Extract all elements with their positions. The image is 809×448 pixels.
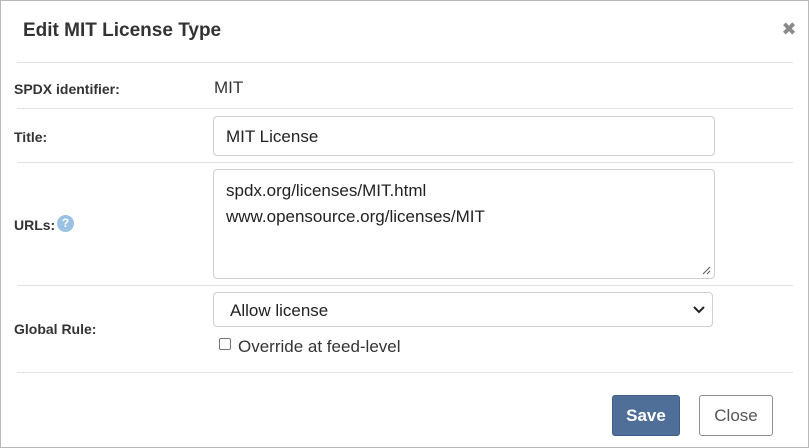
title-label: Title: <box>14 129 48 145</box>
override-checkbox-label[interactable]: Override at feed-level <box>238 337 401 357</box>
divider <box>17 372 793 373</box>
divider <box>17 162 793 163</box>
chevron-down-icon <box>693 306 705 314</box>
help-icon[interactable]: ? <box>57 215 74 232</box>
global-rule-selected: Allow license <box>230 301 329 320</box>
resize-handle-icon[interactable] <box>702 266 711 275</box>
urls-textarea[interactable]: spdx.org/licenses/MIT.html www.opensourc… <box>213 169 715 279</box>
spdx-identifier-value: MIT <box>214 78 244 97</box>
global-rule-label: Global Rule: <box>14 321 97 337</box>
global-rule-select[interactable]: Allow license <box>213 292 713 327</box>
title-input[interactable]: MIT License <box>213 116 715 156</box>
url-line: www.opensource.org/licenses/MIT <box>226 207 485 226</box>
close-icon[interactable]: ✖ <box>781 20 797 38</box>
divider <box>17 285 793 286</box>
urls-label: URLs: <box>14 217 56 233</box>
override-checkbox[interactable] <box>219 338 231 350</box>
save-button[interactable]: Save <box>612 395 680 436</box>
dialog-title: Edit MIT License Type <box>23 20 222 41</box>
edit-license-dialog: Edit MIT License Type ✖ SPDX identifier:… <box>0 0 809 448</box>
divider <box>17 108 793 109</box>
divider <box>17 62 793 63</box>
spdx-identifier-label: SPDX identifier: <box>14 81 120 97</box>
url-line: spdx.org/licenses/MIT.html <box>226 181 427 200</box>
close-button[interactable]: Close <box>699 395 773 436</box>
